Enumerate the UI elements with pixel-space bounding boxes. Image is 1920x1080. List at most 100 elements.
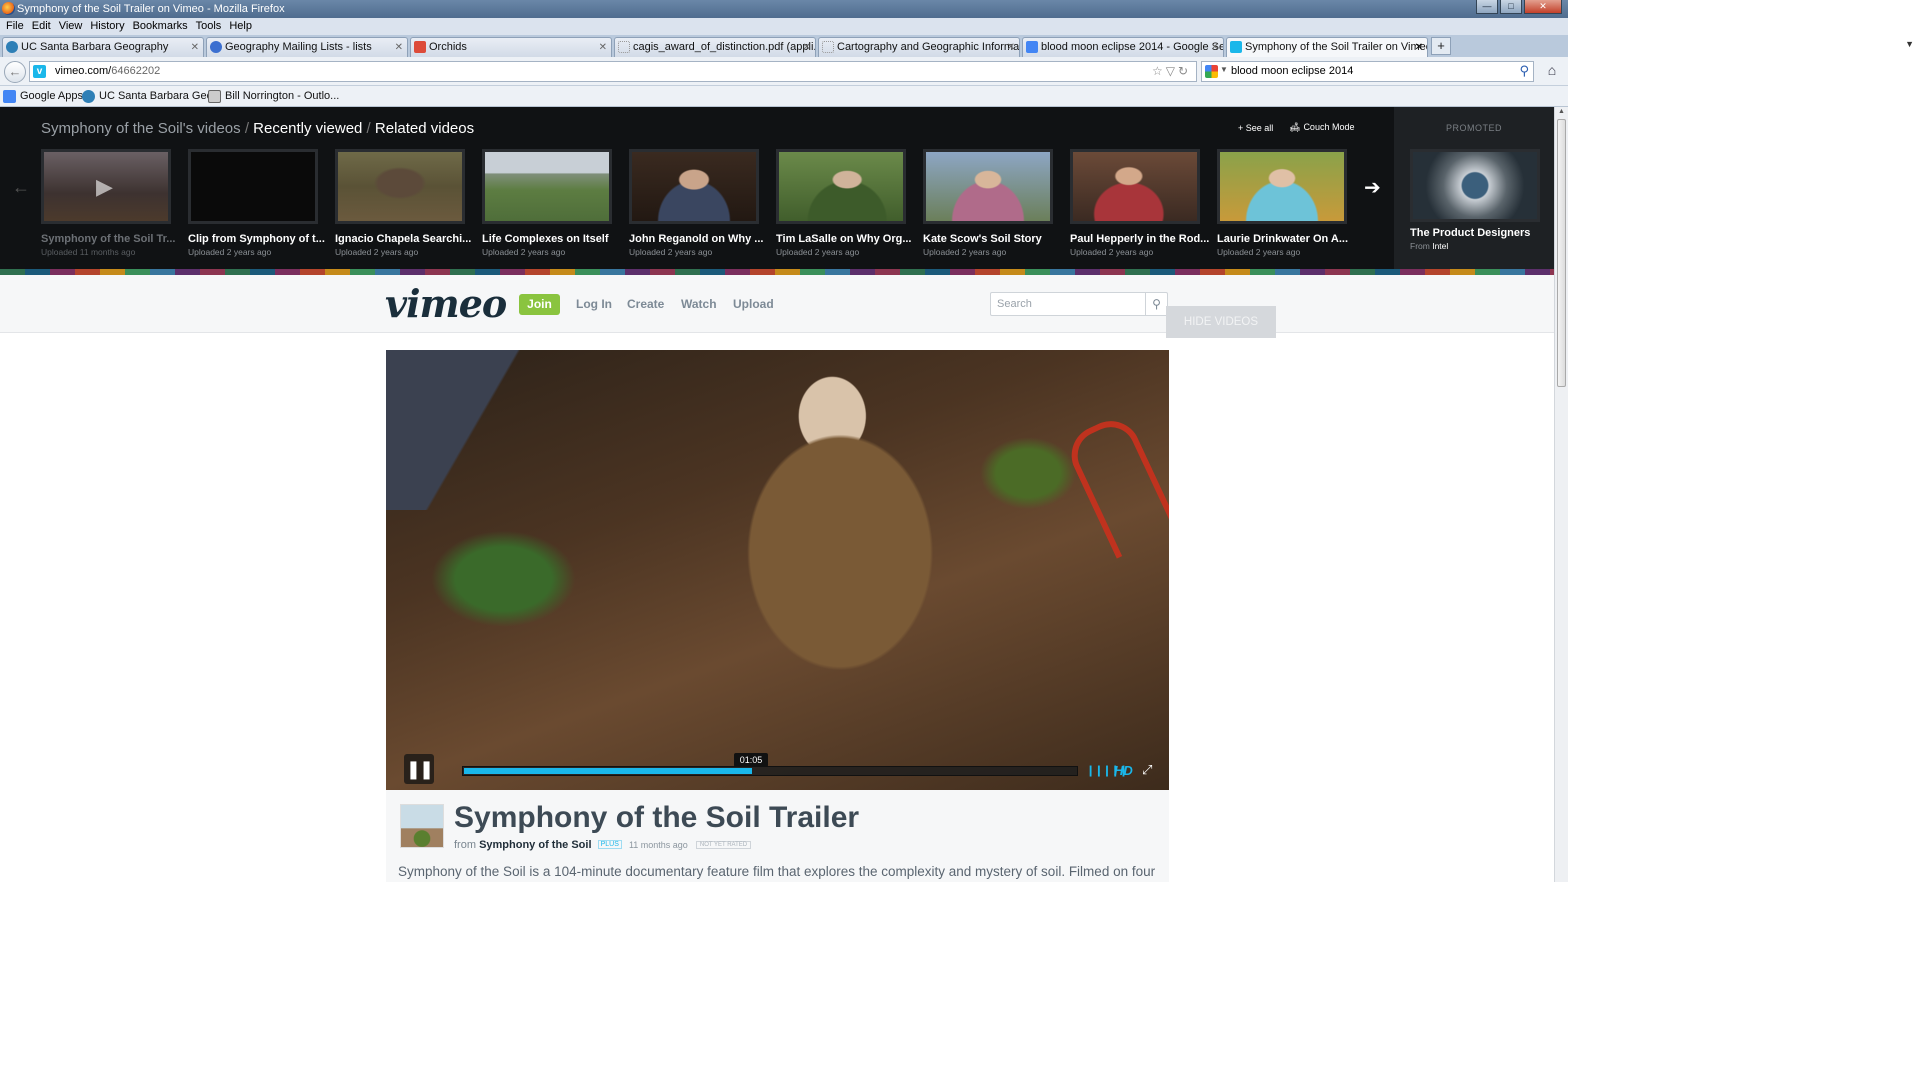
search-query[interactable]: blood moon eclipse 2014 [1231, 65, 1353, 77]
video-thumbnail[interactable] [335, 149, 465, 224]
tab-cagis-pdf[interactable]: cagis_award_of_distinction.pdf (appli...… [614, 37, 816, 57]
video-player[interactable]: ❚❚ 01:05 ❙❙❙❙❙ HD ⤢ [386, 350, 1169, 790]
join-button[interactable]: Join [519, 294, 560, 315]
search-icon[interactable]: ⚲ [1145, 293, 1167, 315]
video-title[interactable]: Paul Hepperly in the Rod... [1070, 233, 1210, 245]
promo-thumbnail[interactable] [1410, 149, 1540, 222]
menu-edit[interactable]: Edit [28, 18, 55, 35]
engine-dropdown-icon[interactable]: ▼ [1220, 65, 1228, 74]
carousel-video[interactable]: Life Complexes on Itself Uploaded 2 year… [482, 149, 612, 257]
progress-track[interactable]: 01:05 [462, 753, 1078, 776]
crumb-recently-viewed[interactable]: Recently viewed [253, 120, 362, 137]
close-tab-icon[interactable]: ✕ [803, 38, 811, 57]
video-thumbnail[interactable] [188, 149, 318, 224]
carousel-video[interactable]: Ignacio Chapela Searchi... Uploaded 2 ye… [335, 149, 471, 257]
home-icon[interactable]: ⌂ [1541, 62, 1563, 82]
search-placeholder: Search [997, 298, 1032, 310]
promo-brand[interactable]: Intel [1432, 241, 1448, 251]
video-title[interactable]: Kate Scow's Soil Story [923, 233, 1063, 245]
watch-link[interactable]: Watch [681, 297, 717, 311]
reload-icon[interactable]: ↻ [1178, 64, 1191, 78]
tab-google-search[interactable]: blood moon eclipse 2014 - Google Se... ✕ [1022, 37, 1224, 57]
crumb-owner-videos[interactable]: Symphony of the Soil's videos [41, 120, 241, 137]
couch-mode-link[interactable]: Couch Mode [1289, 122, 1354, 133]
vimeo-logo[interactable]: vimeo [385, 281, 507, 326]
close-tab-icon[interactable]: ✕ [1007, 38, 1015, 57]
bookmark-outlook[interactable]: Bill Norrington - Outlo... [208, 89, 339, 104]
crumb-related-videos[interactable]: Related videos [375, 120, 474, 137]
video-thumbnail[interactable] [1217, 149, 1347, 224]
pause-button[interactable]: ❚❚ [404, 754, 434, 784]
menu-view[interactable]: View [55, 18, 87, 35]
hd-toggle[interactable]: HD [1114, 763, 1133, 778]
search-icon[interactable]: ⚲ [1519, 63, 1529, 79]
menu-tools[interactable]: Tools [192, 18, 226, 35]
menu-bookmarks[interactable]: Bookmarks [129, 18, 192, 35]
video-title[interactable]: Tim LaSalle on Why Org... [776, 233, 916, 245]
video-title[interactable]: Ignacio Chapela Searchi... [335, 233, 475, 245]
fullscreen-icon[interactable]: ⤢ [1142, 762, 1152, 778]
back-button[interactable]: ← [4, 61, 26, 83]
google-engine-icon[interactable] [1205, 65, 1218, 78]
carousel-video[interactable]: John Reganold on Why ... Uploaded 2 year… [629, 149, 763, 257]
hide-videos-button[interactable]: HIDE VIDEOS [1166, 306, 1276, 338]
promo-title[interactable]: The Product Designers [1410, 227, 1530, 239]
video-title[interactable]: Symphony of the Soil Tr... [41, 233, 181, 245]
list-all-tabs-icon[interactable]: ▼ [1905, 39, 1914, 49]
menu-file[interactable]: File [2, 18, 28, 35]
menu-help[interactable]: Help [225, 18, 256, 35]
tab-vimeo[interactable]: Symphony of the Soil Trailer on Vimeo ✕ [1226, 37, 1428, 57]
close-tab-icon[interactable]: ✕ [395, 38, 403, 57]
carousel-video[interactable]: Laurie Drinkwater On A... Uploaded 2 yea… [1217, 149, 1348, 257]
video-thumbnail[interactable] [923, 149, 1053, 224]
carousel-prev-icon[interactable]: ← [12, 177, 30, 198]
carousel-video[interactable]: ▶ Symphony of the Soil Tr... Uploaded 11… [41, 149, 175, 257]
close-tab-icon[interactable]: ✕ [191, 38, 199, 57]
video-title[interactable]: Life Complexes on Itself [482, 233, 622, 245]
history-dropdown-icon[interactable]: ▽ [1166, 64, 1178, 78]
close-tab-icon[interactable]: ✕ [599, 38, 607, 57]
video-title[interactable]: John Reganold on Why ... [629, 233, 769, 245]
close-window-button[interactable]: ✕ [1524, 0, 1562, 14]
carousel-video[interactable]: Paul Hepperly in the Rod... Uploaded 2 y… [1070, 149, 1209, 257]
see-all-link[interactable]: + See all [1238, 123, 1273, 133]
scrollbar-thumb[interactable] [1557, 119, 1566, 387]
owner-link[interactable]: Symphony of the Soil [479, 839, 591, 851]
video-thumbnail[interactable] [629, 149, 759, 224]
video-thumbnail[interactable] [482, 149, 612, 224]
carousel-next-icon[interactable]: ➔ [1364, 175, 1381, 200]
address-bar[interactable]: v vimeo.com/64662202 ☆▽↻ [29, 61, 1197, 82]
tab-ucsb-geography[interactable]: UC Santa Barbara Geography ✕ [2, 37, 204, 57]
tab-orchids[interactable]: Orchids ✕ [410, 37, 612, 57]
page-scrollbar[interactable]: ▲ [1554, 107, 1568, 882]
video-thumbnail[interactable] [776, 149, 906, 224]
scroll-up-icon[interactable]: ▲ [1558, 108, 1565, 115]
carousel-breadcrumb: Symphony of the Soil's videos / Recently… [41, 120, 474, 137]
close-tab-icon[interactable]: ✕ [1211, 38, 1219, 57]
avatar[interactable] [400, 804, 444, 848]
video-title[interactable]: Laurie Drinkwater On A... [1217, 233, 1357, 245]
bookmark-ucsb-geo[interactable]: UC Santa Barbara Geo... [82, 89, 222, 104]
carousel-video[interactable]: Kate Scow's Soil Story Uploaded 2 years … [923, 149, 1053, 257]
web-search-bar[interactable]: ▼ blood moon eclipse 2014 ⚲ [1201, 61, 1534, 82]
maximize-button[interactable]: □ [1500, 0, 1522, 14]
vimeo-search-input[interactable]: Search ⚲ [990, 292, 1168, 316]
video-thumbnail[interactable]: ▶ [41, 149, 171, 224]
upload-link[interactable]: Upload [733, 297, 774, 311]
tab-cartography[interactable]: Cartography and Geographic Informa... ✕ [818, 37, 1020, 57]
close-tab-icon[interactable]: ✕ [1415, 38, 1423, 57]
create-link[interactable]: Create [627, 297, 664, 311]
carousel-video[interactable]: Clip from Symphony of t... Uploaded 2 ye… [188, 149, 325, 257]
bookmark-star-icon[interactable]: ☆ [1152, 64, 1166, 78]
new-tab-button[interactable]: + [1431, 37, 1451, 55]
menu-history[interactable]: History [86, 18, 128, 35]
video-title[interactable]: Clip from Symphony of t... [188, 233, 328, 245]
bookmark-google-apps[interactable]: Google Apps [3, 89, 83, 104]
tab-mailing-lists[interactable]: Geography Mailing Lists - lists ✕ [206, 37, 408, 57]
video-thumbnail[interactable] [1070, 149, 1200, 224]
rating-badge[interactable]: NOT YET RATED [695, 841, 752, 849]
video-carousel: Symphony of the Soil's videos / Recently… [0, 107, 1554, 269]
carousel-video[interactable]: Tim LaSalle on Why Org... Uploaded 2 yea… [776, 149, 912, 257]
minimize-button[interactable]: — [1476, 0, 1498, 14]
login-link[interactable]: Log In [576, 297, 612, 311]
